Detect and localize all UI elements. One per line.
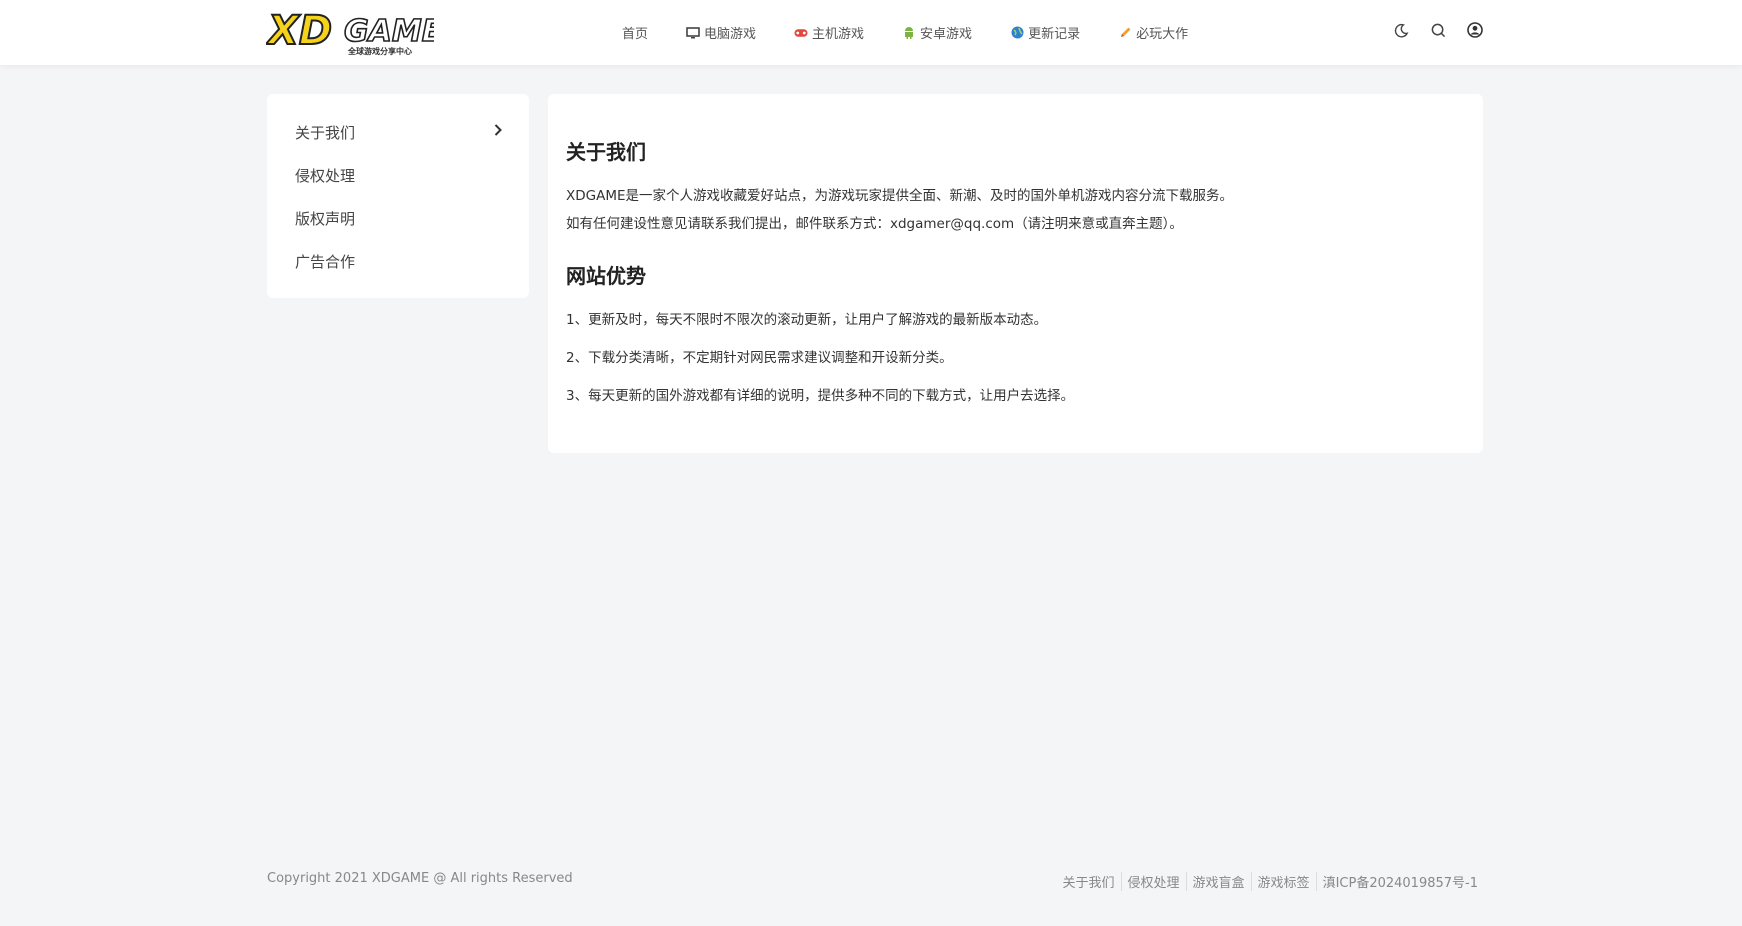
nav-update-log[interactable]: 更新记录 [1010,23,1080,42]
user-icon [1467,22,1483,42]
svg-text:XD: XD [266,8,332,54]
nav-pc-games-label: 电脑游戏 [704,27,757,42]
footer-link-tags[interactable]: 游戏标签 [1252,872,1317,891]
search-icon [1431,23,1446,42]
nav-pc-games[interactable]: 电脑游戏 [686,23,756,42]
sidebar-item-label: 版权声明 [295,209,356,228]
chevron-right-icon [493,123,503,141]
user-button[interactable] [1461,18,1489,46]
advantage-item-1: 1、更新及时，每天不限时不限次的滚动更新，让用户了解游戏的最新版本动态。 [566,312,1048,328]
pencil-icon [1118,26,1132,40]
sidebar: 关于我们 侵权处理 版权声明 广告合作 [267,94,529,298]
gamepad-icon [794,26,808,40]
site-logo[interactable]: XD GAME 全球游戏分享中心 [264,7,443,58]
main-content: 关于我们 XDGAME是一家个人游戏收藏爱好站点，为游戏玩家提供全面、新潮、及时… [548,94,1483,453]
sidebar-item-label: 侵权处理 [295,166,356,185]
nav-must-play[interactable]: 必玩大作 [1118,23,1188,42]
advantages-title: 网站优势 [566,264,646,288]
dark-mode-toggle[interactable] [1387,18,1415,46]
about-title: 关于我们 [566,140,646,164]
nav-android-games-label: 安卓游戏 [920,27,973,42]
sidebar-item-copyright[interactable]: 版权声明 [295,203,503,233]
sidebar-item-infringement[interactable]: 侵权处理 [295,160,503,190]
footer-link-infringement[interactable]: 侵权处理 [1122,872,1187,891]
moon-icon [1394,23,1409,42]
sidebar-item-ads[interactable]: 广告合作 [295,246,503,276]
header-tools [1378,18,1489,46]
sidebar-item-about[interactable]: 关于我们 [295,117,503,147]
monitor-icon [686,26,700,40]
footer-link-mystery-box[interactable]: 游戏盲盒 [1187,872,1252,891]
advantage-item-2: 2、下载分类清晰，不定期针对网民需求建议调整和开设新分类。 [566,350,953,366]
nav-android-games[interactable]: 安卓游戏 [902,23,972,42]
advantage-item-3: 3、每天更新的国外游戏都有详细的说明，提供多种不同的下载方式，让用户去选择。 [566,388,1075,404]
sidebar-item-label: 广告合作 [295,252,356,271]
globe-icon [1010,26,1024,40]
footer-copyright: Copyright 2021 XDGAME @ All rights Reser… [267,871,573,886]
about-paragraph-1: XDGAME是一家个人游戏收藏爱好站点，为游戏玩家提供全面、新潮、及时的国外单机… [566,188,1234,204]
footer-links: 关于我们 侵权处理 游戏盲盒 游戏标签 滇ICP备2024019857号-1 [1057,872,1478,891]
nav-home[interactable]: 首页 [622,23,648,42]
nav-console-games[interactable]: 主机游戏 [794,23,864,42]
svg-text:全球游戏分享中心: 全球游戏分享中心 [347,46,412,56]
sidebar-item-label: 关于我们 [295,123,356,142]
main-nav: 首页 电脑游戏 主机游戏 安卓游戏 更新记录 必玩大作 [600,0,1226,65]
nav-home-label: 首页 [622,27,649,42]
footer-link-icp[interactable]: 滇ICP备2024019857号-1 [1317,872,1478,891]
nav-update-log-label: 更新记录 [1028,27,1081,42]
android-icon [902,26,916,40]
about-paragraph-2: 如有任何建设性意见请联系我们提出，邮件联系方式：xdgamer@qq.com（请… [566,216,1183,232]
svg-text:GAME: GAME [344,14,434,49]
top-header: XD GAME 全球游戏分享中心 首页 电脑游戏 主机游戏 安卓游戏 更新记录 … [0,0,1742,65]
search-button[interactable] [1424,18,1452,46]
nav-must-play-label: 必玩大作 [1136,27,1189,42]
nav-console-games-label: 主机游戏 [812,27,865,42]
footer-link-about[interactable]: 关于我们 [1057,872,1122,891]
